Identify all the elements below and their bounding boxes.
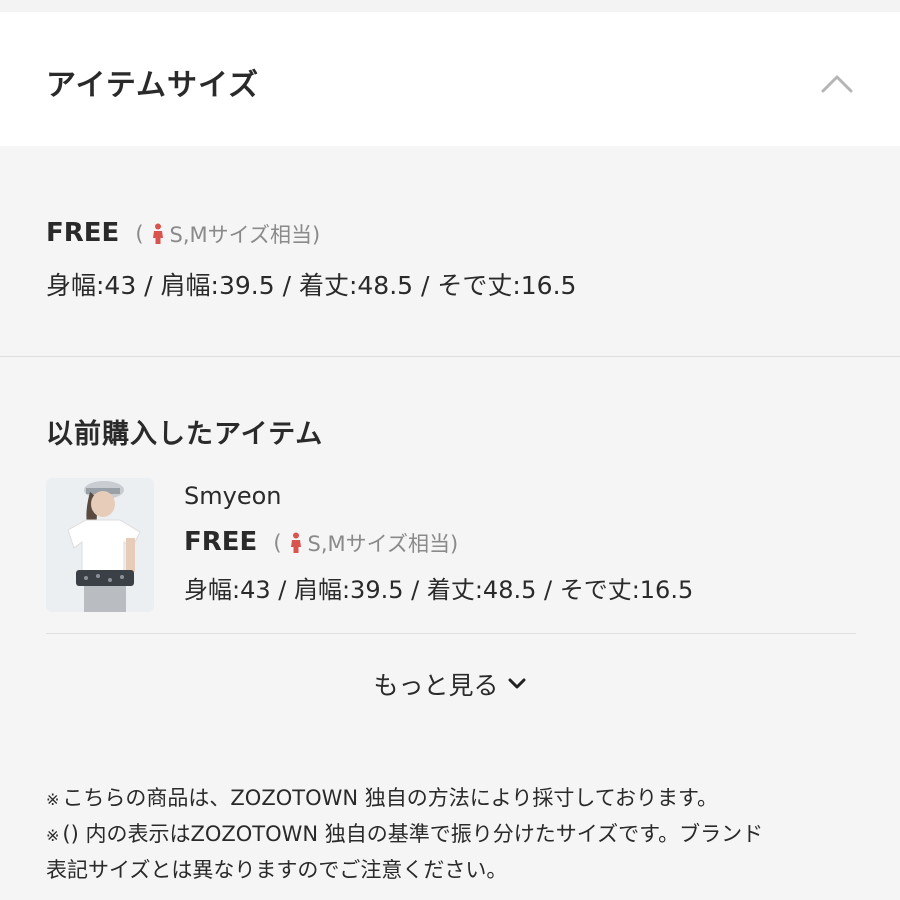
item-thumbnail[interactable] [46,478,154,612]
note-line-1: こちらの商品は、ZOZOTOWN 独自の方法により採寸しております。 [62,786,718,810]
item-size-header[interactable]: アイテムサイズ [0,12,900,146]
item-size-equivalent: ( S,Mサイズ相当) [273,528,458,558]
chevron-up-icon[interactable] [820,72,854,94]
item-size-label: FREE [184,527,258,557]
item-size-label-row: FREE ( S,Mサイズ相当) [184,527,458,558]
section-title: アイテムサイズ [46,68,260,103]
item-size-equivalent-text: S,Mサイズ相当) [307,532,459,556]
item-size-measurements: 身幅:43 / 肩幅:39.5 / 着丈:48.5 / そで丈:16.5 [184,576,694,604]
note-line-3: 表記サイズとは異なりますのでご注意ください。 [46,858,508,882]
top-strip [0,0,900,12]
chevron-down-icon [508,678,525,689]
note-mark: ※ [46,790,60,809]
size-equivalent-text: S,Mサイズ相当) [169,223,321,247]
item-photo-image [46,478,154,612]
size-measurements: 身幅:43 / 肩幅:39.5 / 着丈:48.5 / そで丈:16.5 [46,271,577,300]
size-equivalent-open: ( [135,222,144,246]
note-measurement-method: ※ こちらの商品は、ZOZOTOWN 独自の方法により採寸しております。 [46,781,866,817]
previous-items-title: 以前購入したアイテム [46,419,324,450]
show-more-label: もっと見る [373,671,499,700]
show-more-button[interactable]: もっと見る [373,666,526,702]
note-size-caution: 表記サイズとは異なりますのでご注意ください。 [46,853,866,888]
section-divider [0,356,900,357]
person-icon [152,223,163,244]
size-label-row: FREE ( S,Mサイズ相当) [46,218,320,249]
note-line-2: () 内の表示はZOZOTOWN 独自の基準で振り分けたサイズです。ブランド [62,822,764,846]
size-equivalent: ( S,Mサイズ相当) [135,219,320,249]
item-brand-name[interactable]: Smyeon [184,482,281,510]
size-info: FREE ( S,Mサイズ相当) 身幅:43 / 肩幅:39.5 / 着丈:48… [0,146,900,356]
item-divider [46,633,856,634]
size-label: FREE [46,218,120,248]
item-size-equivalent-open: ( [273,531,282,555]
person-icon [290,532,301,553]
show-more-row: もっと見る [0,666,900,702]
note-size-classification: ※() 内の表示はZOZOTOWN 独自の基準で振り分けたサイズです。ブランド [46,817,866,853]
note-mark: ※ [46,826,60,845]
